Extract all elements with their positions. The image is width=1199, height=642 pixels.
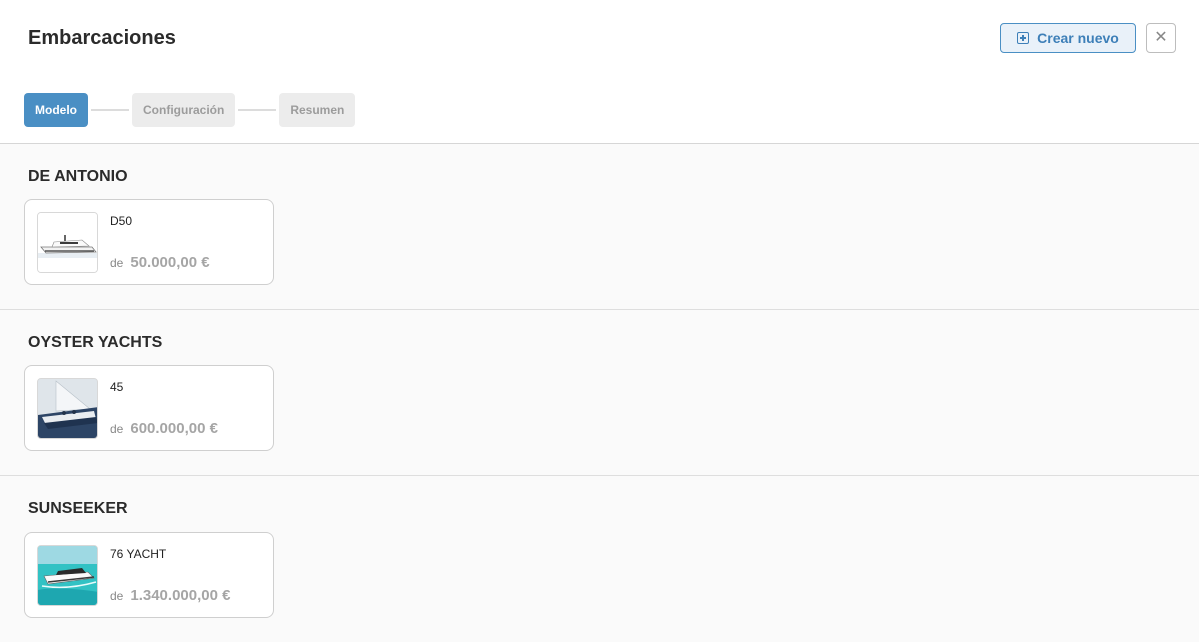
boat-thumbnail [37,212,98,273]
page-title: Embarcaciones [28,27,176,49]
price-prefix: de [110,422,124,436]
step-configuracion[interactable]: Configuración [132,93,236,127]
close-button[interactable]: ✕ [1146,23,1176,53]
model-card[interactable]: D50 de 50.000,00 € [24,199,274,285]
model-name: 45 [110,380,124,394]
close-icon: ✕ [1154,29,1168,46]
model-name: D50 [110,214,133,228]
model-price: 1.340.000,00 € [130,587,231,604]
boat-thumbnail [37,378,98,439]
price-prefix: de [110,589,124,603]
price-row: de 1.340.000,00 € [110,587,230,604]
brand-section: OYSTER YACHTS 45 de 600.000,00 € [0,310,1199,476]
plus-square-icon [1017,32,1030,44]
step-modelo[interactable]: Modelo [24,93,88,127]
model-card[interactable]: 76 YACHT de 1.340.000,00 € [24,532,274,618]
brand-section: DE ANTONIO D50 de 50.000,00 € [0,144,1199,310]
model-price: 50.000,00 € [130,254,210,271]
create-new-label: Crear nuevo [1037,30,1119,46]
page-header: Embarcaciones Crear nuevo ✕ Modelo Confi… [0,0,1199,144]
brand-section: SUNSEEKER 76 YACHT de 1.340.000,00 € [0,476,1199,642]
wizard-steps: Modelo Configuración Resumen [24,93,356,127]
price-row: de 600.000,00 € [110,420,218,437]
step-connector [91,109,129,111]
step-resumen[interactable]: Resumen [279,93,356,127]
create-new-button[interactable]: Crear nuevo [1000,23,1136,53]
price-row: de 50.000,00 € [110,254,210,271]
price-prefix: de [110,256,124,270]
brand-name: SUNSEEKER [28,500,128,517]
model-price: 600.000,00 € [130,420,218,437]
brand-name: OYSTER YACHTS [28,334,163,351]
boat-thumbnail [37,545,98,606]
model-name: 76 YACHT [110,547,167,561]
model-card[interactable]: 45 de 600.000,00 € [24,365,274,451]
step-connector [238,109,277,111]
brand-name: DE ANTONIO [28,168,128,185]
